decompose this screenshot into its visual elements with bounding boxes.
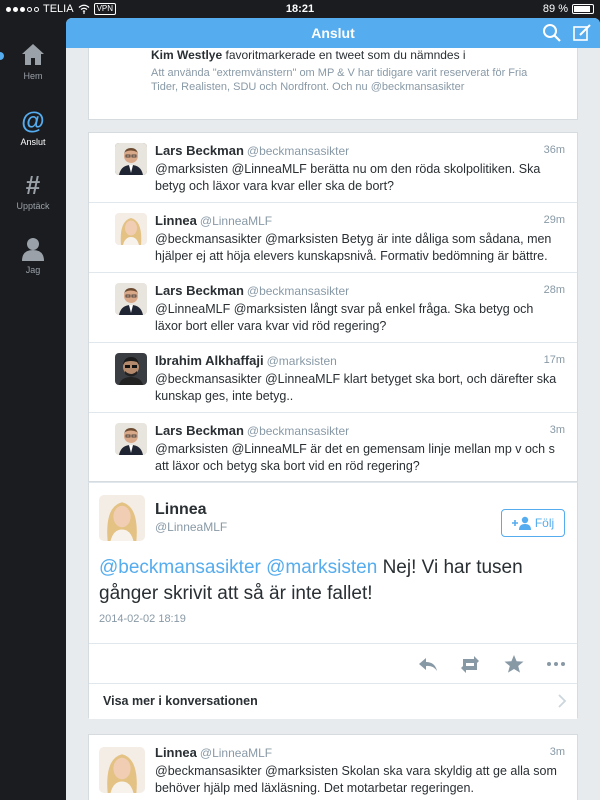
focused-tweet: Linnea @LinneaMLF Följ @beckmansasikter … <box>88 482 578 719</box>
tweet-text: @beckmansasikter @LinneaMLF klart betyge… <box>155 372 557 403</box>
avatar[interactable] <box>115 143 147 175</box>
tweet-time: 17m <box>543 354 565 366</box>
sidebar-item-label: Hem <box>23 71 43 81</box>
author-name[interactable]: Ibrahim Alkhaffaji <box>155 353 264 368</box>
sidebar: Hem @ Anslut # Upptäck Jag <box>0 18 66 800</box>
show-more-label: Visa mer i konversationen <box>103 694 258 708</box>
notice-action: favoritmarkerade en tweet som du nämndes… <box>225 48 466 62</box>
author-name[interactable]: Linnea <box>155 501 207 519</box>
page-title: Anslut <box>311 25 355 41</box>
search-icon[interactable] <box>542 23 562 43</box>
author-name[interactable]: Linnea <box>155 745 197 760</box>
notice-name: Kim Westlye <box>151 48 223 62</box>
tweet-time: 3m <box>549 746 565 758</box>
battery-label: 89 % <box>542 3 568 15</box>
more-icon[interactable] <box>545 654 567 674</box>
tweet-author: Lars Beckman @beckmansasikter <box>155 283 349 298</box>
status-right: 89 % <box>543 3 594 15</box>
tweet-time: 29m <box>543 214 565 226</box>
tweet-date: 2014-02-02 18:19 <box>99 613 186 625</box>
top-bar: Anslut <box>66 18 600 48</box>
tweet-time: 36m <box>543 144 565 156</box>
tweet-author: Lars Beckman @beckmansasikter <box>155 423 349 438</box>
sidebar-item-connect[interactable]: @ Anslut <box>0 108 66 147</box>
user-icon <box>22 238 44 261</box>
author-name[interactable]: Lars Beckman <box>155 423 244 438</box>
author-handle[interactable]: @LinneaMLF <box>200 214 272 228</box>
chevron-right-icon <box>558 694 567 708</box>
tweet-item[interactable]: Ibrahim Alkhaffaji @marksisten 17m @beckm… <box>89 343 577 413</box>
mention-link[interactable]: @beckmansasikter <box>99 557 261 578</box>
avatar[interactable] <box>115 423 147 455</box>
tweet-item[interactable]: Lars Beckman @beckmansasikter 28m @Linnea… <box>89 273 577 343</box>
author-name[interactable]: Lars Beckman <box>155 283 244 298</box>
svg-text:@: @ <box>21 108 44 134</box>
tweet-text: @marksisten @LinneaMLF är det en gemensa… <box>155 442 555 473</box>
clock: 18:21 <box>285 3 315 15</box>
favorite-notice[interactable]: Kim Westlye favoritmarkerade en tweet so… <box>88 48 578 120</box>
hashtag-icon: # <box>26 172 41 198</box>
battery-icon <box>572 4 594 14</box>
svg-text:#: # <box>26 172 41 198</box>
favorite-star-icon[interactable] <box>503 654 525 674</box>
sidebar-item-me[interactable]: Jag <box>0 236 66 275</box>
avatar[interactable] <box>99 495 145 541</box>
tweet-author: Linnea @LinneaMLF <box>155 745 272 760</box>
tweet-item[interactable]: Linnea @LinneaMLF 29m @beckmansasikter @m… <box>89 203 577 273</box>
sidebar-item-label: Jag <box>25 265 41 275</box>
home-icon <box>22 44 44 65</box>
conversation-thread: Lars Beckman @beckmansasikter 36m @marksi… <box>88 132 578 482</box>
mention-link[interactable]: @marksisten <box>266 557 377 578</box>
avatar[interactable] <box>115 283 147 315</box>
notice-header: Kim Westlye favoritmarkerade en tweet so… <box>151 48 466 62</box>
sidebar-item-label: Anslut <box>20 137 46 147</box>
author-handle[interactable]: @LinneaMLF <box>200 746 272 760</box>
tweet-text: @beckmansasikter @marksisten Betyg är in… <box>155 232 552 263</box>
main-panel: Anslut Kim Westlye favoritmarkerade en t… <box>66 18 600 800</box>
sidebar-item-discover[interactable]: # Upptäck <box>0 172 66 211</box>
sidebar-item-home[interactable]: Hem <box>0 42 66 81</box>
author-handle[interactable]: @marksisten <box>267 354 337 368</box>
tweet-text: @LinneaMLF @marksisten långt svar på enk… <box>155 302 534 333</box>
compose-icon[interactable] <box>572 23 592 43</box>
tweet-author: Linnea @LinneaMLF <box>155 213 272 228</box>
author-handle[interactable]: @beckmansasikter <box>247 144 349 158</box>
author-handle[interactable]: @LinneaMLF <box>155 520 227 534</box>
avatar[interactable] <box>115 353 147 385</box>
follow-label: Följ <box>534 516 555 530</box>
at-icon: @ <box>21 108 44 134</box>
avatar[interactable] <box>99 747 145 793</box>
author-name[interactable]: Lars Beckman <box>155 143 244 158</box>
avatar[interactable] <box>115 213 147 245</box>
focused-tweet-text: @beckmansasikter @marksisten Nej! Vi har… <box>99 555 547 607</box>
tweet-time: 3m <box>549 424 565 436</box>
reply-icon[interactable] <box>417 654 439 674</box>
tweet-text: @beckmansasikter @marksisten Skolan ska … <box>155 764 557 795</box>
author-handle[interactable]: @beckmansasikter <box>247 424 349 438</box>
author-name[interactable]: Linnea <box>155 213 197 228</box>
tweet-text: @marksisten @LinneaMLF berätta nu om den… <box>155 162 541 193</box>
sidebar-item-label: Upptäck <box>16 201 50 211</box>
author-handle[interactable]: @beckmansasikter <box>247 284 349 298</box>
retweet-icon[interactable] <box>459 654 481 674</box>
tweet-author: Ibrahim Alkhaffaji @marksisten <box>155 353 337 368</box>
tweet-item[interactable]: Lars Beckman @beckmansasikter 36m @marksi… <box>89 133 577 203</box>
follow-button[interactable]: Följ <box>501 509 565 537</box>
tweet-item[interactable]: Lars Beckman @beckmansasikter 3m @marksis… <box>89 413 577 483</box>
tweet-item[interactable]: Linnea @LinneaMLF 3m @beckmansasikter @ma… <box>88 734 578 800</box>
tweet-time: 28m <box>543 284 565 296</box>
tweet-actions <box>89 643 577 683</box>
follow-user-icon <box>511 516 531 530</box>
notice-quote: Att använda "extremvänstern" om MP & V h… <box>151 67 528 93</box>
tweet-author: Lars Beckman @beckmansasikter <box>155 143 349 158</box>
status-bar: TELIA VPN 18:21 89 % <box>0 0 600 18</box>
show-more-conversation[interactable]: Visa mer i konversationen <box>89 683 577 719</box>
